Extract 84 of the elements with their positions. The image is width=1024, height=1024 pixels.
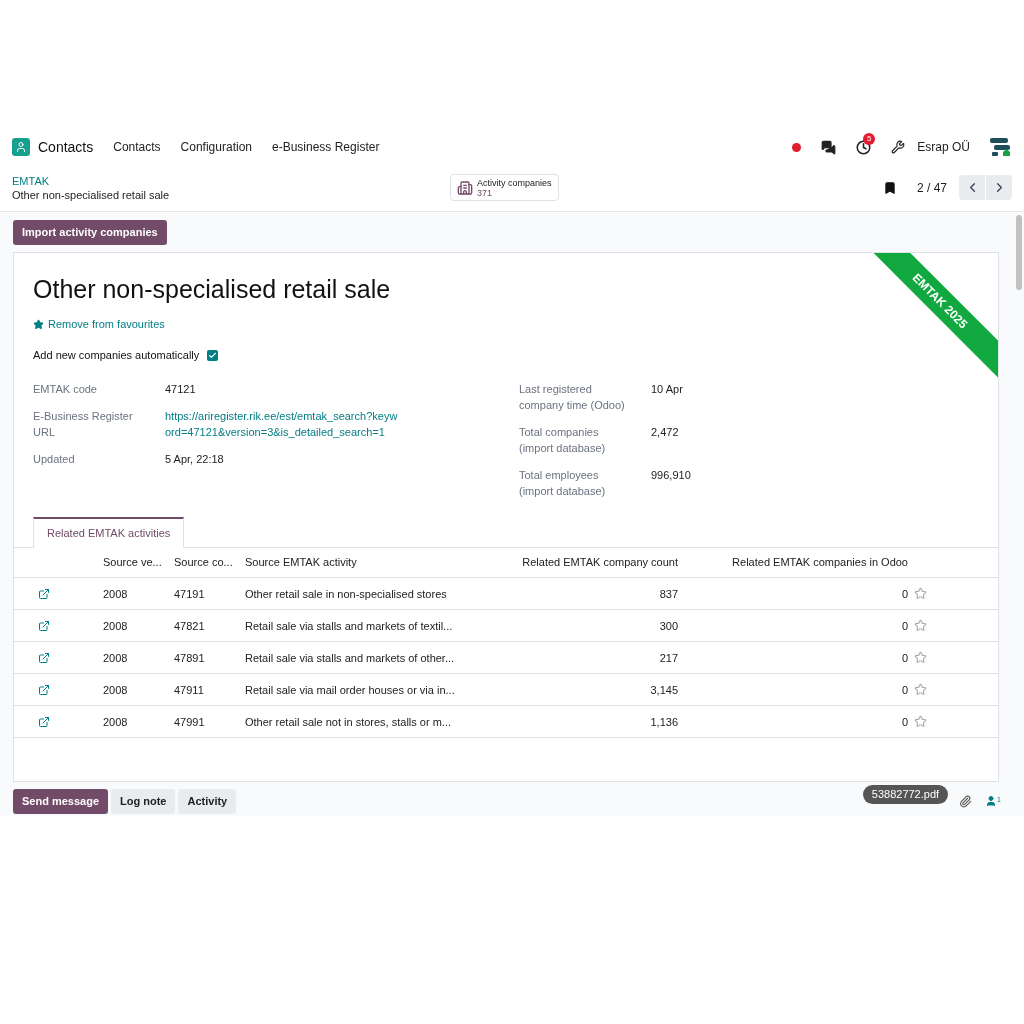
field-label: Total employees (import database) <box>519 467 607 499</box>
attachment-tooltip: 53882772.pdf <box>862 784 949 804</box>
field-value: 47121 <box>165 381 196 397</box>
column-header[interactable]: Related EMTAK company count <box>478 547 678 578</box>
table-cell: 217 <box>478 641 678 674</box>
notification-badge: 5 <box>863 132 876 145</box>
table-cell: 47991 <box>174 705 245 738</box>
star-icon[interactable] <box>914 683 927 697</box>
table-cell: Retail sale via mail order houses or via in... <box>245 673 478 706</box>
open-record-icon[interactable] <box>38 715 50 728</box>
open-record-icon[interactable] <box>38 683 50 696</box>
table-cell: 0 <box>678 577 908 610</box>
chatter-button[interactable]: Activity <box>178 788 237 814</box>
chatter-button[interactable]: Send message <box>13 788 109 814</box>
column-header[interactable]: Source EMTAK activity <box>245 547 478 578</box>
table-cell: Other retail sale not in stores, stalls or m... <box>245 705 478 738</box>
column-header[interactable]: Source ve... <box>103 547 174 578</box>
table-cell: 47891 <box>174 641 245 674</box>
field-label: Last registered company time (Odoo) <box>519 381 626 413</box>
record-title: Other non-specialised retail sale <box>33 273 391 305</box>
favourite-link[interactable]: Remove from favourites <box>33 315 165 333</box>
star-icon[interactable] <box>914 651 927 665</box>
table-cell: Retail sale via stalls and markets of other... <box>245 641 478 674</box>
company-name[interactable]: Esrap OÜ <box>917 138 970 156</box>
table-cell: 2008 <box>103 673 174 706</box>
app-icon[interactable] <box>12 138 30 156</box>
menu-item[interactable]: Contacts <box>113 138 161 156</box>
url-link[interactable]: https://ariregister.rik.ee/est/emtak_search?keyword=47121&version=3&is_detailed_search=1 <box>165 407 401 440</box>
chat-icon[interactable] <box>821 139 837 155</box>
table-cell: 0 <box>678 673 908 706</box>
auto-add-checkbox[interactable] <box>207 350 219 361</box>
table-cell: 1,136 <box>478 705 678 738</box>
pager-value[interactable]: 2 / 47 <box>916 178 947 197</box>
table-cell: 47821 <box>174 609 245 642</box>
paperclip-icon[interactable] <box>959 794 973 808</box>
star-icon <box>33 318 44 330</box>
company-logo-icon[interactable] <box>990 137 1012 157</box>
app-name[interactable]: Contacts <box>38 136 94 158</box>
table-cell: 0 <box>678 641 908 674</box>
open-record-icon[interactable] <box>38 587 50 600</box>
import-button[interactable]: Import activity companies <box>13 219 167 245</box>
field-label: E-Business Register URL <box>33 408 134 440</box>
table-cell: Other retail sale in non-specialised stores <box>245 577 478 610</box>
field-label: EMTAK code <box>33 381 98 397</box>
column-header[interactable]: Source co... <box>174 547 245 578</box>
previous-button[interactable] <box>959 175 985 200</box>
clock-icon[interactable] <box>856 139 872 155</box>
breadcrumb-link[interactable]: EMTAK <box>12 173 450 188</box>
field-value: 5 Apr, 22:18 <box>165 451 224 467</box>
table-cell: 0 <box>678 705 908 738</box>
field-value: 10 Apr <box>651 381 683 397</box>
star-icon[interactable] <box>914 619 927 633</box>
notebook-tab[interactable]: Related EMTAK activities <box>33 516 185 548</box>
table-cell: 47911 <box>174 673 245 706</box>
chatter-button[interactable]: Log note <box>111 788 176 814</box>
bookmark-icon[interactable] <box>882 180 897 195</box>
next-button[interactable] <box>986 175 1012 200</box>
table-cell: 2008 <box>103 705 174 738</box>
scrollbar[interactable] <box>1016 215 1022 290</box>
table-cell: 47191 <box>174 577 245 610</box>
table-cell: 2008 <box>103 577 174 610</box>
table-cell: Retail sale via stalls and markets of textil... <box>245 609 478 642</box>
star-icon[interactable] <box>914 715 927 729</box>
field-label: Total companies (import database) <box>519 424 607 456</box>
table-cell: 300 <box>478 609 678 642</box>
table-cell: 2008 <box>103 609 174 642</box>
tools-icon[interactable] <box>891 140 906 154</box>
smart-button[interactable]: Activity companies 371 <box>450 174 559 201</box>
field-label: Add new companies automatically <box>33 348 200 364</box>
column-header[interactable]: Related EMTAK companies in Odoo <box>678 547 908 578</box>
field-value: 2,472 <box>651 424 679 440</box>
table-cell: 3,145 <box>478 673 678 706</box>
table-cell: 2008 <box>103 641 174 674</box>
open-record-icon[interactable] <box>38 619 50 632</box>
table-cell: 837 <box>478 577 678 610</box>
open-record-icon[interactable] <box>38 651 50 664</box>
menu-item[interactable]: Configuration <box>180 138 252 156</box>
building-icon <box>457 179 473 196</box>
table-cell: 0 <box>678 609 908 642</box>
menu-item[interactable]: e-Business Register <box>272 138 380 156</box>
star-icon[interactable] <box>914 587 927 601</box>
field-label: Updated <box>33 451 76 467</box>
field-value: 996,910 <box>651 467 691 483</box>
record-name: Other non-specialised retail sale <box>12 187 171 202</box>
